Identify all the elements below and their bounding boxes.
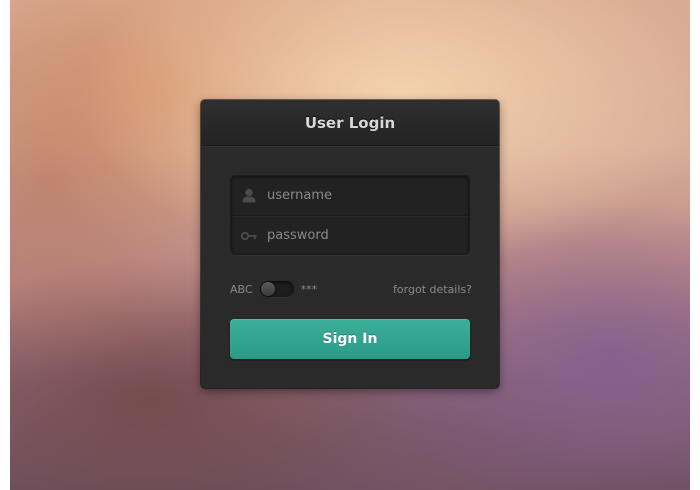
blurred-background: User Login username ABC *** forgot detai… — [10, 0, 690, 490]
show-password-toggle[interactable] — [259, 281, 294, 297]
options-row: ABC *** forgot details? — [230, 278, 472, 300]
toggle-label-masked: *** — [300, 282, 318, 296]
password-input[interactable] — [267, 228, 457, 243]
panel-title: User Login — [201, 100, 499, 146]
username-row — [231, 176, 469, 215]
user-icon — [231, 188, 267, 203]
username-input[interactable] — [267, 188, 457, 203]
toggle-label-plain: ABC — [230, 282, 253, 296]
credentials-group — [230, 175, 470, 255]
toggle-knob — [260, 282, 275, 296]
forgot-details-link[interactable]: forgot details? — [393, 283, 472, 296]
key-icon — [231, 231, 267, 240]
sign-in-button[interactable]: Sign In — [230, 319, 470, 359]
login-panel: User Login username ABC *** forgot detai… — [201, 100, 499, 388]
password-row — [231, 215, 469, 255]
